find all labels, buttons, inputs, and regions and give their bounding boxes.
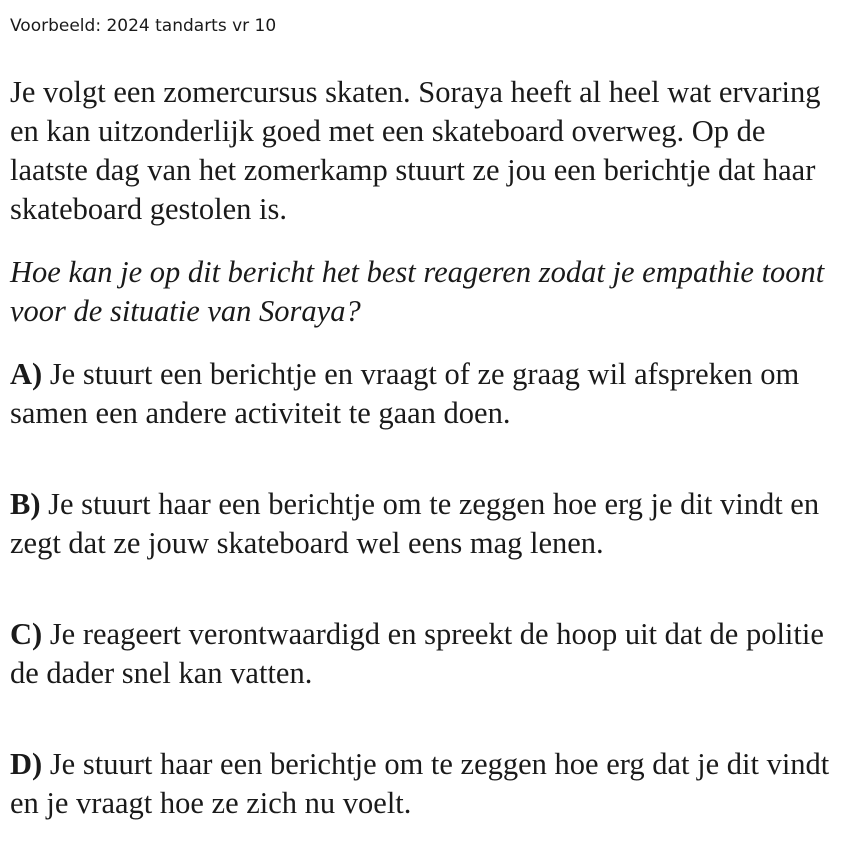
answer-option-b[interactable]: B) Je stuurt haar een berichtje om te ze… [10,485,840,563]
question-text: Hoe kan je op dit bericht het best reage… [10,255,825,328]
answer-option-c[interactable]: C) Je reageert verontwaardigd en spreekt… [10,615,840,693]
example-caption: Voorbeeld: 2024 tandarts vr 10 [10,16,277,36]
option-text: Je reageert verontwaardigd en spreekt de… [10,617,824,690]
option-letter: B) [10,487,41,521]
option-letter: A) [10,357,43,391]
option-text: Je stuurt een berichtje en vraagt of ze … [10,357,800,430]
option-letter: C) [10,617,43,651]
option-text: Je stuurt haar een berichtje om te zegge… [10,487,820,560]
option-text: Je stuurt haar een berichtje om te zegge… [10,747,830,820]
option-letter: D) [10,747,43,781]
intro-paragraph: Je volgt een zomercursus skaten. Soraya … [10,75,821,226]
answer-option-d[interactable]: D) Je stuurt haar een berichtje om te ze… [10,745,840,823]
answer-option-a[interactable]: A) Je stuurt een berichtje en vraagt of … [10,355,840,433]
